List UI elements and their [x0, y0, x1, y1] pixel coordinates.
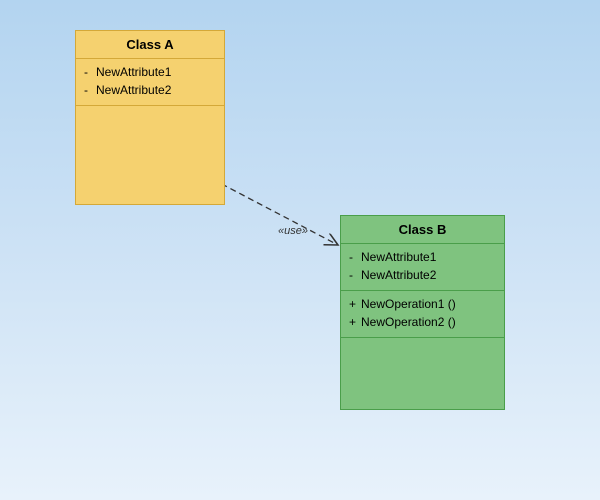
attr-name: NewAttribute1: [361, 250, 436, 264]
class-a-attr-row[interactable]: -NewAttribute2: [84, 81, 216, 99]
class-b-attributes: -NewAttribute1 -NewAttribute2: [341, 244, 504, 291]
class-b-operations: +NewOperation1 () +NewOperation2 (): [341, 291, 504, 338]
visibility-marker: -: [84, 83, 96, 97]
class-b-attr-row[interactable]: -NewAttribute2: [349, 266, 496, 284]
visibility-marker: +: [349, 297, 361, 311]
visibility-marker: -: [349, 268, 361, 282]
class-b-attr-row[interactable]: -NewAttribute1: [349, 248, 496, 266]
class-a-attributes: -NewAttribute1 -NewAttribute2: [76, 59, 224, 106]
visibility-marker: -: [349, 250, 361, 264]
attr-name: NewAttribute2: [361, 268, 436, 282]
class-a-operations: [76, 106, 224, 204]
relationship-stereotype: «use»: [278, 225, 308, 237]
class-b-op-row[interactable]: +NewOperation1 (): [349, 295, 496, 313]
class-b-op-row[interactable]: +NewOperation2 (): [349, 313, 496, 331]
class-b-box[interactable]: Class B -NewAttribute1 -NewAttribute2 +N…: [340, 215, 505, 410]
class-a-title: Class A: [76, 31, 224, 59]
op-name: NewOperation1 (): [361, 297, 456, 311]
class-b-title: Class B: [341, 216, 504, 244]
visibility-marker: +: [349, 315, 361, 329]
op-name: NewOperation2 (): [361, 315, 456, 329]
class-b-extra: [341, 338, 504, 409]
class-a-attr-row[interactable]: -NewAttribute1: [84, 63, 216, 81]
attr-name: NewAttribute2: [96, 83, 171, 97]
attr-name: NewAttribute1: [96, 65, 171, 79]
class-a-box[interactable]: Class A -NewAttribute1 -NewAttribute2: [75, 30, 225, 205]
visibility-marker: -: [84, 65, 96, 79]
